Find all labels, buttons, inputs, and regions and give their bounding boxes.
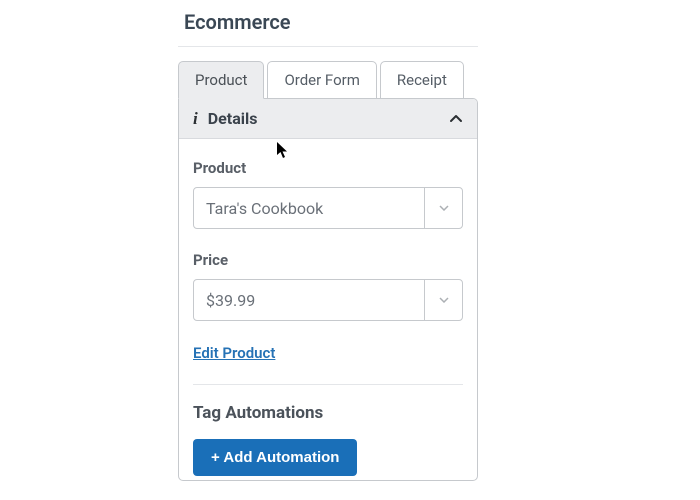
details-section-header[interactable]: i Details (179, 99, 477, 139)
price-select-value: $39.99 (194, 280, 424, 320)
chevron-up-icon (449, 112, 463, 126)
add-automation-button[interactable]: + Add Automation (193, 439, 357, 476)
details-section-body: Product Tara's Cookbook Price $39.99 Edi… (179, 139, 477, 480)
tag-automations-title: Tag Automations (193, 403, 463, 423)
tab-panel-product: i Details Product Tara's Cookbook Price … (178, 98, 478, 481)
chevron-down-icon (424, 188, 462, 228)
edit-product-link[interactable]: Edit Product (193, 344, 275, 362)
tab-product-label: Product (195, 71, 247, 89)
title-divider (178, 46, 478, 47)
chevron-down-icon (424, 280, 462, 320)
tab-product[interactable]: Product (178, 61, 264, 99)
product-select[interactable]: Tara's Cookbook (193, 187, 463, 229)
tab-receipt-label: Receipt (397, 71, 447, 89)
section-divider (193, 384, 463, 385)
tab-receipt[interactable]: Receipt (380, 61, 464, 99)
tab-order-form-label: Order Form (284, 71, 359, 89)
details-section-title: Details (208, 109, 258, 128)
product-select-value: Tara's Cookbook (194, 188, 424, 228)
tab-bar: Product Order Form Receipt (178, 61, 478, 99)
product-field-label: Product (193, 159, 463, 177)
tab-order-form[interactable]: Order Form (267, 61, 376, 99)
price-field-label: Price (193, 251, 463, 269)
page-title: Ecommerce (178, 0, 478, 46)
price-select[interactable]: $39.99 (193, 279, 463, 321)
info-icon: i (193, 110, 198, 127)
